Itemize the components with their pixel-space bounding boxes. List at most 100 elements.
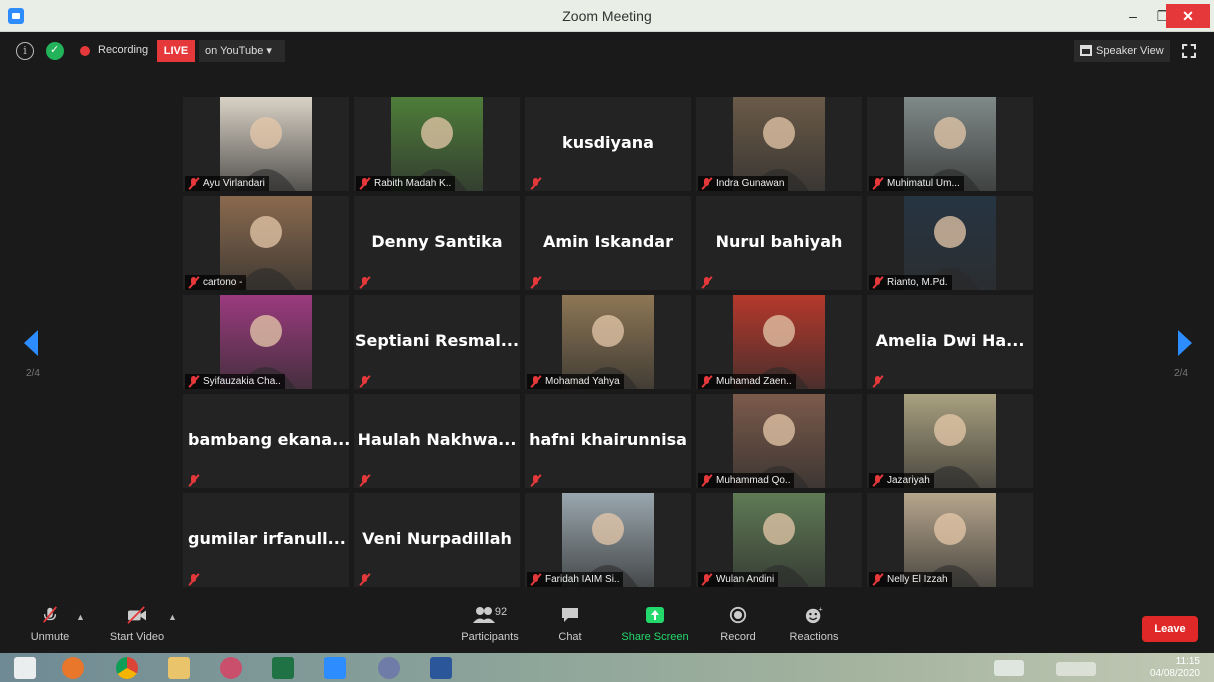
muted-mic-icon bbox=[529, 177, 541, 190]
participant-tile[interactable]: Muhammad Qo.. bbox=[696, 394, 862, 488]
chat-button[interactable]: Chat bbox=[550, 606, 590, 643]
video-camera-off-icon bbox=[127, 606, 146, 624]
participant-gallery: Ayu Virlandari Rabith Madah K.. kusdiyana I… bbox=[183, 97, 1035, 589]
start-video-button[interactable]: Start Video bbox=[104, 606, 170, 643]
participant-tile[interactable]: Mohamad Yahya bbox=[525, 295, 691, 389]
participants-label: Participants bbox=[461, 631, 519, 643]
participant-name: Veni Nurpadillah bbox=[362, 529, 512, 548]
excel-icon[interactable] bbox=[272, 657, 294, 679]
live-badge: LIVE bbox=[157, 40, 195, 62]
participant-tile[interactable]: Rianto, M.Pd. bbox=[867, 196, 1033, 290]
fullscreen-icon[interactable] bbox=[1182, 44, 1196, 58]
speaker-view-label: Speaker View bbox=[1096, 45, 1164, 57]
clock-time: 11:15 bbox=[1175, 656, 1200, 667]
video-options-caret-icon[interactable]: ▲ bbox=[168, 612, 177, 622]
youtube-live-dropdown[interactable]: on YouTube ▾ bbox=[199, 40, 285, 62]
participant-name: Denny Santika bbox=[371, 232, 503, 251]
participant-tile[interactable]: hafni khairunnisa bbox=[525, 394, 691, 488]
participant-tile[interactable]: Indra Gunawan bbox=[696, 97, 862, 191]
participant-tile[interactable]: Amelia Dwi Ha... bbox=[867, 295, 1033, 389]
word-icon[interactable] bbox=[430, 657, 452, 679]
muted-mic-icon bbox=[700, 177, 712, 190]
paint-icon[interactable] bbox=[378, 657, 400, 679]
participant-tile[interactable]: gumilar irfanull... bbox=[183, 493, 349, 587]
reactions-button[interactable]: + Reactions bbox=[786, 606, 842, 643]
next-page-arrow-icon[interactable] bbox=[1178, 330, 1192, 356]
participant-tile[interactable]: Rabith Madah K.. bbox=[354, 97, 520, 191]
graphics-app-icon[interactable] bbox=[220, 657, 242, 679]
muted-mic-icon bbox=[187, 474, 199, 487]
muted-mic-icon bbox=[187, 375, 199, 388]
muted-mic-icon bbox=[529, 573, 541, 586]
system-tray-icons[interactable] bbox=[1056, 662, 1096, 676]
page-indicator-left: 2/4 bbox=[26, 368, 40, 379]
muted-mic-icon bbox=[871, 276, 883, 289]
file-explorer-icon[interactable] bbox=[168, 657, 190, 679]
keyboard-icon[interactable] bbox=[994, 660, 1024, 676]
participant-name: hafni khairunnisa bbox=[529, 430, 687, 449]
taskbar-clock[interactable]: 11:15 04/08/2020 bbox=[1140, 657, 1200, 679]
participant-tile[interactable]: kusdiyana bbox=[525, 97, 691, 191]
participant-tile[interactable]: Nurul bahiyah bbox=[696, 196, 862, 290]
participant-tile[interactable]: Faridah IAIM Si.. bbox=[525, 493, 691, 587]
participant-name-label: Syifauzakia Cha.. bbox=[185, 374, 285, 389]
participant-tile[interactable]: Veni Nurpadillah bbox=[354, 493, 520, 587]
firefox-icon[interactable] bbox=[62, 657, 84, 679]
windows-start-icon[interactable] bbox=[14, 657, 36, 679]
participant-tile[interactable]: Jazariyah bbox=[867, 394, 1033, 488]
minimize-button[interactable]: – bbox=[1118, 4, 1148, 28]
chrome-icon[interactable] bbox=[116, 657, 138, 679]
participant-tile[interactable]: Muhimatul Um... bbox=[867, 97, 1033, 191]
participant-tile[interactable]: Septiani Resmal... bbox=[354, 295, 520, 389]
meeting-toolbar bbox=[0, 601, 1214, 653]
window-title: Zoom Meeting bbox=[562, 8, 652, 24]
audio-options-caret-icon[interactable]: ▲ bbox=[76, 612, 85, 622]
start-video-label: Start Video bbox=[109, 631, 165, 643]
share-screen-label: Share Screen bbox=[621, 631, 689, 643]
share-screen-button[interactable]: Share Screen bbox=[618, 606, 692, 643]
muted-mic-icon bbox=[700, 276, 712, 289]
participant-tile[interactable]: Amin Iskandar bbox=[525, 196, 691, 290]
reactions-label: Reactions bbox=[789, 631, 839, 643]
reactions-smiley-icon: + bbox=[805, 606, 823, 624]
record-label: Record bbox=[720, 631, 756, 643]
zoom-taskbar-icon[interactable] bbox=[324, 657, 346, 679]
previous-page-arrow-icon[interactable] bbox=[24, 330, 38, 356]
muted-mic-icon bbox=[700, 573, 712, 586]
muted-mic-icon bbox=[358, 375, 370, 388]
muted-mic-icon bbox=[358, 474, 370, 487]
leave-meeting-button[interactable]: Leave bbox=[1142, 616, 1198, 642]
record-button[interactable]: Record bbox=[716, 606, 760, 643]
participant-tile[interactable]: Nelly El Izzah bbox=[867, 493, 1033, 587]
muted-mic-icon bbox=[871, 573, 883, 586]
participant-tile[interactable]: Wulan Andini bbox=[696, 493, 862, 587]
participant-tile[interactable]: Haulah Nakhwa... bbox=[354, 394, 520, 488]
page-indicator-right: 2/4 bbox=[1174, 368, 1188, 379]
participant-tile[interactable]: Syifauzakia Cha.. bbox=[183, 295, 349, 389]
window-titlebar: Zoom Meeting – ❐ ✕ bbox=[0, 0, 1214, 32]
participant-name: gumilar irfanull... bbox=[188, 529, 346, 548]
encryption-shield-icon[interactable] bbox=[46, 42, 64, 60]
chat-bubble-icon bbox=[562, 608, 578, 622]
participant-tile[interactable]: Ayu Virlandari bbox=[183, 97, 349, 191]
muted-mic-icon bbox=[529, 474, 541, 487]
participant-tile[interactable]: cartono - bbox=[183, 196, 349, 290]
muted-mic-icon bbox=[187, 177, 199, 190]
participant-name: Amelia Dwi Ha... bbox=[875, 331, 1025, 350]
participant-name: Amin Iskandar bbox=[543, 232, 673, 251]
speaker-view-button[interactable]: Speaker View bbox=[1074, 40, 1170, 62]
recording-dot-icon bbox=[80, 46, 90, 56]
close-button[interactable]: ✕ bbox=[1166, 4, 1210, 28]
muted-mic-icon bbox=[529, 276, 541, 289]
unmute-button[interactable]: Unmute bbox=[22, 606, 78, 643]
muted-mic-icon bbox=[871, 177, 883, 190]
participant-tile[interactable]: Denny Santika bbox=[354, 196, 520, 290]
participant-tile[interactable]: Muhamad Zaen.. bbox=[696, 295, 862, 389]
participant-name: kusdiyana bbox=[562, 133, 654, 152]
muted-mic-icon bbox=[871, 474, 883, 487]
participants-button[interactable]: 92 Participants bbox=[455, 606, 525, 643]
participant-tile[interactable]: bambang ekana... bbox=[183, 394, 349, 488]
muted-mic-icon bbox=[700, 474, 712, 487]
info-icon[interactable]: i bbox=[16, 42, 34, 60]
muted-mic-icon bbox=[871, 375, 883, 388]
